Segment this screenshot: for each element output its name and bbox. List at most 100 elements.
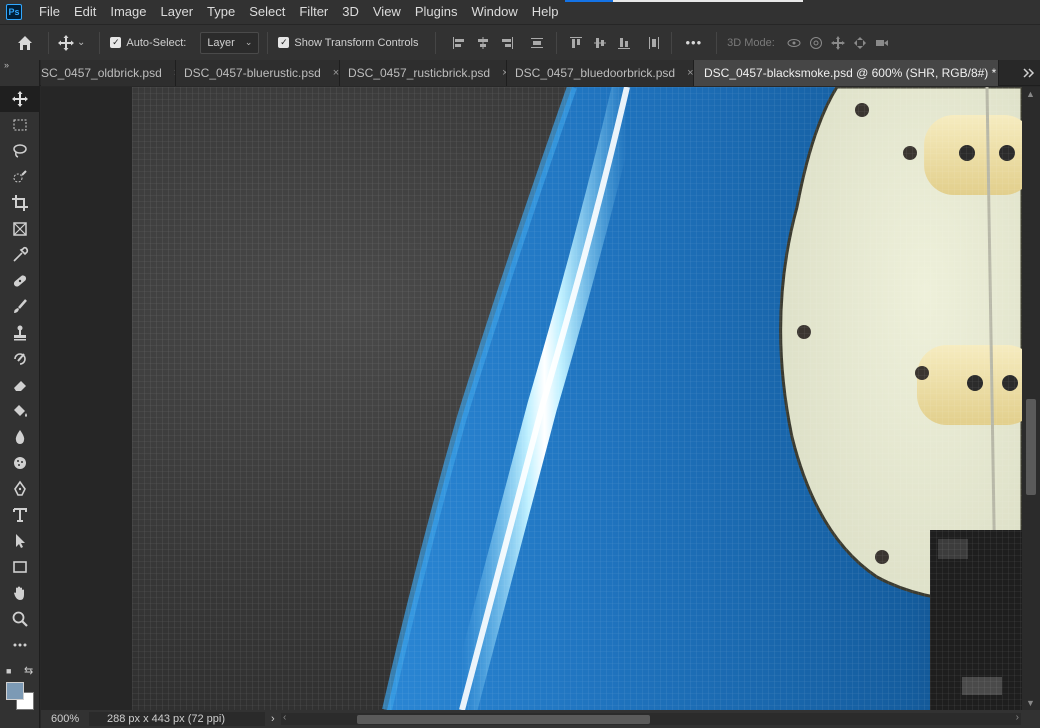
collapse-panel-icon[interactable]: » (0, 60, 39, 74)
orbit-3d-icon[interactable] (783, 32, 805, 54)
auto-select-checkbox[interactable]: ✓ (110, 37, 122, 48)
marquee-tool-icon[interactable] (0, 112, 40, 138)
frame-tool-icon[interactable] (0, 216, 40, 242)
menu-help[interactable]: Help (525, 0, 566, 24)
scroll-up-icon[interactable]: ▲ (1026, 89, 1035, 99)
horizontal-scrollbar[interactable]: ‹ › (281, 712, 1021, 725)
scroll-right-icon[interactable]: › (1016, 712, 1019, 723)
brush-tool-icon[interactable] (0, 294, 40, 320)
hand-tool-icon[interactable] (0, 580, 40, 606)
align-right-edges-icon[interactable] (496, 32, 518, 54)
clone-stamp-tool-icon[interactable] (0, 320, 40, 346)
vertical-scrollbar[interactable]: ▲ ▼ (1022, 87, 1040, 710)
menu-layer[interactable]: Layer (154, 0, 201, 24)
menu-view[interactable]: View (366, 0, 408, 24)
align-group (448, 31, 665, 54)
home-icon[interactable] (14, 32, 36, 54)
foreground-color-swatch[interactable] (6, 682, 24, 700)
healing-brush-tool-icon[interactable] (0, 268, 40, 294)
align-left-edges-icon[interactable] (448, 32, 470, 54)
tab-label: DSC_0457-bluerustic.psd (184, 66, 321, 80)
photoshop-logo-icon: Ps (6, 4, 22, 20)
distribute-horizontal-icon[interactable] (643, 32, 665, 54)
document-tab-bar: SC_0457_oldbrick.psd × DSC_0457-bluerust… (0, 60, 1040, 86)
menu-3d[interactable]: 3D (335, 0, 366, 24)
pen-tool-icon[interactable] (0, 476, 40, 502)
distribute-vertical-icon[interactable] (526, 32, 548, 54)
tab-rusticbrick[interactable]: DSC_0457_rusticbrick.psd × (340, 60, 507, 86)
separator (555, 31, 557, 54)
scroll-down-icon[interactable]: ▼ (1026, 698, 1035, 708)
pasteboard (41, 87, 132, 710)
tab-label: DSC_0457-blacksmoke.psd @ 600% (SHR, RGB… (704, 66, 997, 80)
title-accent-strip (565, 0, 613, 2)
paint-bucket-tool-icon[interactable] (0, 398, 40, 424)
menu-file[interactable]: File (32, 0, 67, 24)
menu-type[interactable]: Type (200, 0, 242, 24)
auto-select-target-value: Layer (207, 36, 235, 49)
default-colors-icon[interactable]: ■ (6, 666, 16, 676)
tools-panel: » ■ ⇆ (0, 60, 40, 728)
tab-overflow-icon[interactable] (1022, 60, 1036, 86)
separator (99, 31, 101, 54)
pan-3d-icon[interactable] (827, 32, 849, 54)
menu-bar: Ps File Edit Image Layer Type Select Fil… (0, 0, 1040, 24)
blur-tool-icon[interactable] (0, 424, 40, 450)
roll-3d-icon[interactable] (805, 32, 827, 54)
rectangle-tool-icon[interactable] (0, 554, 40, 580)
swap-colors-icon[interactable]: ⇆ (24, 664, 33, 677)
zoom-tool-icon[interactable] (0, 606, 40, 632)
move-tool-preset-icon[interactable] (55, 32, 77, 54)
path-selection-tool-icon[interactable] (0, 528, 40, 554)
chevron-down-icon[interactable]: ⌄ (77, 37, 85, 48)
tab-label: DSC_0457_bluedoorbrick.psd (515, 66, 676, 80)
history-brush-tool-icon[interactable] (0, 346, 40, 372)
eraser-tool-icon[interactable] (0, 372, 40, 398)
status-bar: 600% 288 px x 443 px (72 ppi) › ‹ › (41, 710, 1040, 728)
quick-select-tool-icon[interactable] (0, 164, 40, 190)
menu-plugins[interactable]: Plugins (408, 0, 465, 24)
align-top-edges-icon[interactable] (565, 32, 587, 54)
separator (48, 31, 49, 54)
type-tool-icon[interactable] (0, 502, 40, 528)
eyedropper-tool-icon[interactable] (0, 242, 40, 268)
close-icon[interactable]: × (687, 67, 693, 79)
align-horizontal-centers-icon[interactable] (472, 32, 494, 54)
scale-3d-icon[interactable] (871, 32, 893, 54)
canvas-area[interactable] (41, 87, 1022, 710)
show-transform-toggle[interactable]: ✓ Show Transform Controls (278, 37, 419, 49)
menu-window[interactable]: Window (464, 0, 524, 24)
slide-3d-icon[interactable] (849, 32, 871, 54)
align-vertical-centers-icon[interactable] (589, 32, 611, 54)
sponge-tool-icon[interactable] (0, 450, 40, 476)
zoom-level-field[interactable]: 600% (41, 713, 89, 725)
document-canvas[interactable] (132, 87, 1022, 710)
3d-mode-label: 3D Mode: (727, 36, 775, 49)
show-transform-checkbox[interactable]: ✓ (278, 37, 290, 48)
more-tools-icon[interactable] (0, 632, 40, 658)
horizontal-scroll-thumb[interactable] (357, 715, 650, 724)
title-strip (613, 0, 803, 2)
menu-select[interactable]: Select (242, 0, 292, 24)
menu-edit[interactable]: Edit (67, 0, 103, 24)
lasso-tool-icon[interactable] (0, 138, 40, 164)
tab-oldbrick[interactable]: SC_0457_oldbrick.psd × (41, 60, 176, 86)
scroll-left-icon[interactable]: ‹ (283, 712, 286, 723)
align-bottom-edges-icon[interactable] (613, 32, 635, 54)
tab-blacksmoke[interactable]: DSC_0457-blacksmoke.psd @ 600% (SHR, RGB… (694, 60, 999, 86)
color-swatches: ■ ⇆ (4, 664, 36, 710)
close-icon[interactable]: × (333, 67, 339, 79)
tab-bluedoorbrick[interactable]: DSC_0457_bluedoorbrick.psd × (507, 60, 694, 86)
move-tool-icon[interactable] (0, 86, 40, 112)
menu-filter[interactable]: Filter (292, 0, 335, 24)
more-options-button[interactable]: ••• (686, 35, 703, 50)
auto-select-target-dropdown[interactable]: Layer ⌄ (200, 31, 260, 54)
crop-tool-icon[interactable] (0, 190, 40, 216)
vertical-scroll-thumb[interactable] (1026, 399, 1036, 495)
status-menu-arrow-icon[interactable]: › (271, 713, 275, 725)
auto-select-toggle[interactable]: ✓ Auto-Select: (110, 37, 186, 49)
document-info: 288 px x 443 px (72 ppi) (89, 712, 265, 726)
tab-bluerustic[interactable]: DSC_0457-bluerustic.psd × (176, 60, 340, 86)
options-bar: ⌄ ✓ Auto-Select: Layer ⌄ ✓ Show Transfor… (0, 24, 1040, 60)
menu-image[interactable]: Image (103, 0, 153, 24)
